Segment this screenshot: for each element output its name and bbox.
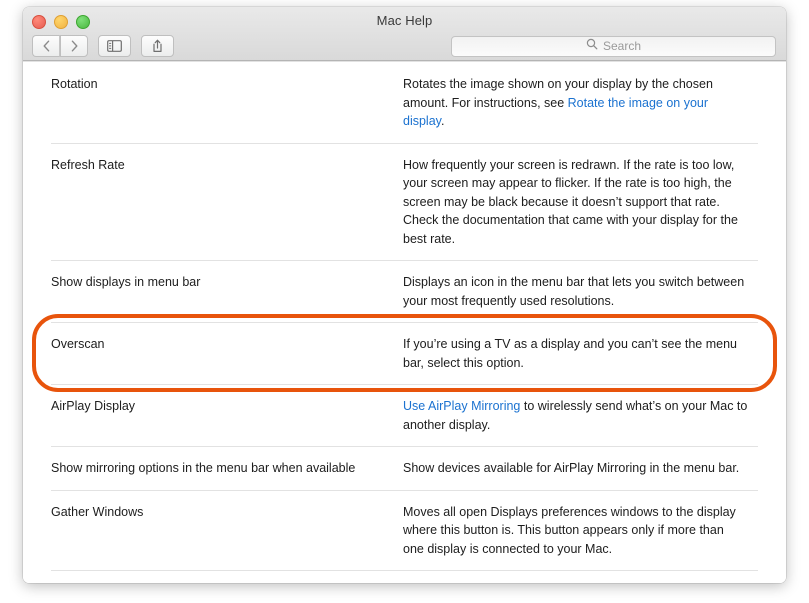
sidebar-icon <box>107 40 122 52</box>
mac-help-window: Mac Help Search Rotation Rotates the ima… <box>23 7 786 583</box>
row-label: AirPlay Display <box>51 399 136 413</box>
row-description: Displays an icon in the menu bar that le… <box>403 273 758 310</box>
description-text: Displays an icon in the menu bar that le… <box>403 275 745 308</box>
row-label: Show displays in menu bar <box>51 275 201 289</box>
description-text: Show devices available for AirPlay Mirro… <box>403 461 740 475</box>
row-label: Refresh Rate <box>51 157 125 172</box>
toolbar: Search <box>23 32 786 60</box>
table-row: Overscan If you’re using a TV as a displa… <box>51 323 758 385</box>
row-label: Rotation <box>51 77 98 91</box>
share-button[interactable] <box>141 35 174 57</box>
search-placeholder: Search <box>602 39 642 53</box>
chevron-right-icon <box>70 40 79 52</box>
table-row: Refresh Rate How frequently your screen i… <box>51 144 758 261</box>
table-row: Show mirroring options in the menu bar w… <box>51 447 758 491</box>
settings-description-table: Rotation Rotates the image shown on your … <box>23 61 786 583</box>
table-row: Detect DisplaysScans for all the display… <box>51 571 758 583</box>
window-titlebar[interactable]: Mac Help Search <box>23 7 786 61</box>
table-of-contents-button[interactable] <box>98 35 131 57</box>
table-row: Rotation Rotates the image shown on your … <box>51 63 758 144</box>
description-text: . <box>440 114 445 128</box>
help-content-area[interactable]: Rotation Rotates the image shown on your … <box>23 61 786 583</box>
row-description: Rotates the image shown on your display … <box>403 75 758 131</box>
screen: Mac Help Search Rotation Rotates the ima… <box>0 0 809 603</box>
search-field[interactable]: Search <box>451 35 776 57</box>
row-description: Moves all open Displays preferences wind… <box>403 503 758 559</box>
description-text: How frequently your screen is redrawn. I… <box>403 157 738 246</box>
search-icon <box>586 37 598 55</box>
forward-button[interactable] <box>60 35 88 57</box>
table-row: AirPlay Display Use AirPlay Mirroring to … <box>51 385 758 447</box>
row-label: Show mirroring options in the menu bar w… <box>51 461 356 475</box>
share-icon <box>151 39 164 53</box>
table-row: Gather Windows Moves all open Displays pr… <box>51 491 758 571</box>
description-link[interactable]: Use AirPlay Mirroring <box>403 399 520 413</box>
row-label: Gather Windows <box>51 504 144 519</box>
table-row: Show displays in menu bar Displays an ico… <box>51 261 758 323</box>
back-button[interactable] <box>32 35 60 57</box>
row-description: Use AirPlay Mirroring to wirelessly send… <box>403 397 758 434</box>
navigation-button-group <box>32 35 88 57</box>
row-description: Show devices available for AirPlay Mirro… <box>403 459 758 478</box>
row-label: Overscan <box>51 337 105 351</box>
window-title: Mac Help <box>376 13 433 28</box>
row-description: If you’re using a TV as a display and yo… <box>403 335 758 372</box>
row-description: How frequently your screen is redrawn. I… <box>403 156 758 249</box>
description-text: If you’re using a TV as a display and yo… <box>403 337 737 370</box>
description-text: Moves all open Displays preferences wind… <box>403 504 736 556</box>
chevron-left-icon <box>42 40 51 52</box>
